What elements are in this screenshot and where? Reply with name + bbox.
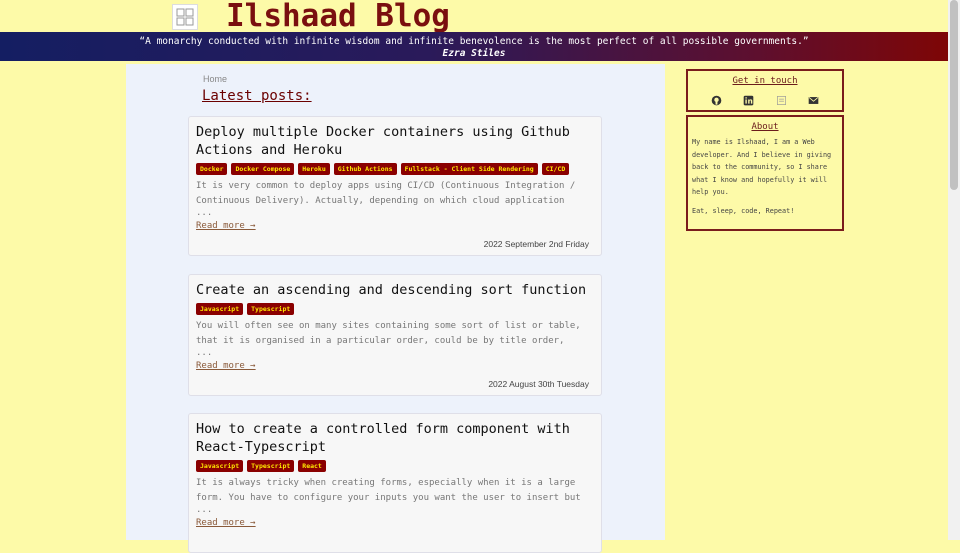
about-title: About xyxy=(751,122,779,132)
scrollbar-thumb[interactable] xyxy=(950,0,958,190)
post-card: Deploy multiple Docker containers using … xyxy=(188,116,602,256)
tag[interactable]: Github Actions xyxy=(333,163,397,175)
breadcrumb[interactable]: Home xyxy=(203,74,227,84)
scrollbar[interactable] xyxy=(948,0,960,540)
post-card: Create an ascending and descending sort … xyxy=(188,274,602,396)
post-title[interactable]: How to create a controlled form componen… xyxy=(196,420,594,456)
site-title[interactable]: Ilshaad Blog xyxy=(226,0,450,36)
tag[interactable]: React xyxy=(298,460,326,472)
tag[interactable]: Javascript xyxy=(196,460,244,472)
post-excerpt: You will often see on many sites contain… xyxy=(196,321,581,346)
quote-text: “A monarchy conducted with infinite wisd… xyxy=(139,36,809,47)
resume-icon[interactable] xyxy=(775,94,787,106)
post-tags: Javascript Typescript React xyxy=(196,460,594,472)
post-date: 2022 September 2nd Friday xyxy=(483,239,589,249)
post-title[interactable]: Create an ascending and descending sort … xyxy=(196,281,594,299)
tag[interactable]: Heroku xyxy=(298,163,330,175)
tag[interactable]: Typescript xyxy=(247,460,295,472)
read-more-link[interactable]: Read more → xyxy=(196,361,594,371)
email-icon[interactable] xyxy=(808,94,820,106)
read-more-link[interactable]: Read more → xyxy=(196,221,594,231)
tag[interactable]: CI/CD xyxy=(541,163,570,175)
contact-title[interactable]: Get in touch xyxy=(688,76,842,86)
post-date: 2022 August 30th Tuesday xyxy=(488,379,589,389)
quote-author: Ezra Stiles xyxy=(442,48,506,59)
post-title[interactable]: Deploy multiple Docker containers using … xyxy=(196,123,594,159)
site-logo[interactable] xyxy=(172,4,198,30)
tag[interactable]: Docker Compose xyxy=(231,163,295,175)
tag[interactable]: Javascript xyxy=(196,303,244,315)
site-header: Ilshaad Blog xyxy=(0,0,960,34)
post-tags: Docker Docker Compose Heroku Github Acti… xyxy=(196,163,594,175)
post-ellipsis: ... xyxy=(196,208,213,218)
about-text: My name is Ilshaad, I am a Web developer… xyxy=(692,138,832,196)
quote-banner: “A monarchy conducted with infinite wisd… xyxy=(0,32,948,61)
main-content: Home Latest posts: Deploy multiple Docke… xyxy=(126,64,665,553)
tag[interactable]: Typescript xyxy=(247,303,295,315)
post-ellipsis: ... xyxy=(196,505,213,515)
post-card: How to create a controlled form componen… xyxy=(188,413,602,553)
read-more-link[interactable]: Read more → xyxy=(196,518,594,528)
page-heading: Latest posts: xyxy=(202,88,312,104)
post-excerpt: It is very common to deploy apps using C… xyxy=(196,181,576,206)
contact-box: Get in touch xyxy=(686,69,844,112)
about-motto: Eat, sleep, code, Repeat! xyxy=(692,206,795,215)
tag[interactable]: Docker xyxy=(196,163,228,175)
post-excerpt: It is always tricky when creating forms,… xyxy=(196,478,581,503)
social-links xyxy=(700,94,830,106)
github-icon[interactable] xyxy=(710,94,722,106)
linkedin-icon[interactable] xyxy=(743,94,755,106)
logo-icon xyxy=(176,8,194,26)
tag[interactable]: Fullstack - Client Side Rendering xyxy=(400,163,538,175)
about-box: About My name is Ilshaad, I am a Web dev… xyxy=(686,115,844,231)
post-tags: Javascript Typescript xyxy=(196,303,594,315)
post-ellipsis: ... xyxy=(196,348,213,358)
